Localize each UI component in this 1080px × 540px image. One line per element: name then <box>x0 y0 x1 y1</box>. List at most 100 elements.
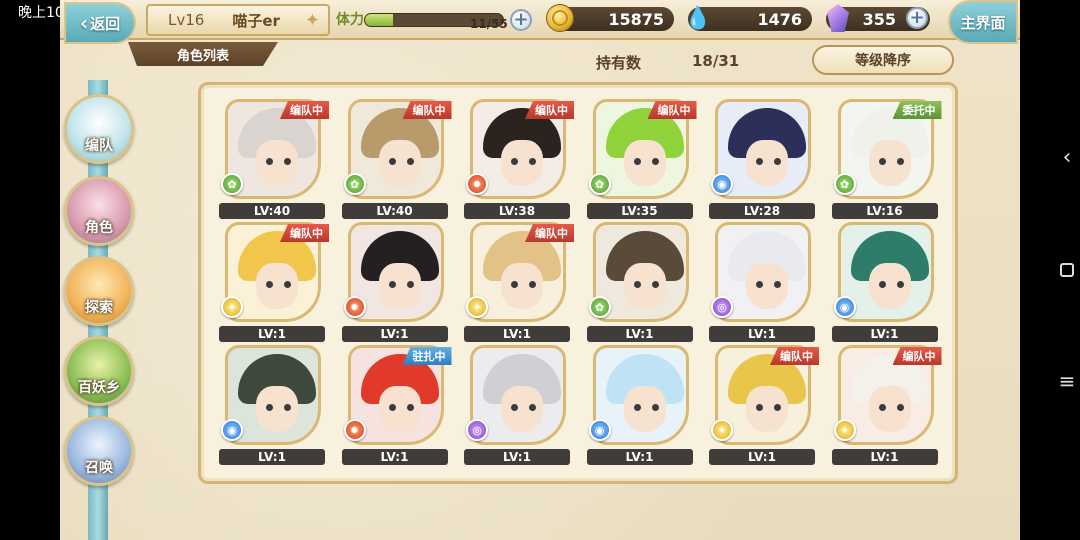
character-card[interactable]: ◉ LV:1 <box>586 345 697 465</box>
status-badge: 编队中 <box>402 101 452 119</box>
water-element-icon: ◉ <box>711 173 733 195</box>
character-card[interactable]: ✿ 编队中 LV:40 <box>341 99 452 219</box>
stamina-value: 11/55 <box>470 17 508 31</box>
stamina-label: 体力 <box>336 12 364 28</box>
character-level: LV:1 <box>341 449 448 465</box>
character-level: LV:1 <box>586 326 693 342</box>
water-drop-icon: 💧 <box>684 5 712 31</box>
character-level: LV:1 <box>219 326 325 342</box>
character-card[interactable]: ✦ 编队中 LV:1 <box>709 345 819 465</box>
gem-icon <box>824 4 852 32</box>
gold-counter: 15875 <box>546 4 674 32</box>
sort-level-desc-button[interactable]: 等级降序 <box>812 45 954 75</box>
back-label: 返回 <box>90 14 121 33</box>
status-badge: 编队中 <box>525 101 574 119</box>
status-badge: 编队中 <box>892 347 942 365</box>
character-level: LV:1 <box>831 326 938 342</box>
stamina-fill <box>365 14 393 26</box>
wind-element-icon: ✿ <box>588 296 611 318</box>
character-card[interactable]: ✦ 编队中 LV:1 <box>464 222 574 342</box>
wind-element-icon: ✿ <box>588 173 611 195</box>
character-card[interactable]: ◉ LV:1 <box>219 345 329 465</box>
side-menu: 编队 角色 探索 百妖乡 召唤 <box>60 80 140 540</box>
fire-element-icon: ✹ <box>343 296 366 318</box>
character-level: LV:28 <box>709 203 815 219</box>
character-card[interactable]: ✦ 编队中 LV:1 <box>219 222 329 342</box>
gold-coin-icon <box>546 4 574 32</box>
back-button[interactable]: ‹ 返回 <box>64 2 136 44</box>
android-nav-bar: ‹ ≡ <box>1020 0 1080 540</box>
character-list-panel: ✿ 编队中 LV:40 ✿ 编队中 LV:40 ✹ 编队中 LV:38 ✿ 编队中 LV:35 ◉ LV:… <box>198 82 958 484</box>
dark-element-icon: ◎ <box>466 419 488 441</box>
back-arrow-icon: ‹ <box>79 11 89 35</box>
status-bar-time: 晚上10:57 <box>18 5 87 21</box>
side-menu-label: 角色 <box>85 220 113 236</box>
light-element-icon: ✦ <box>833 419 856 441</box>
character-card[interactable]: ✿ LV:1 <box>586 222 697 342</box>
character-level: LV:16 <box>831 203 938 219</box>
status-badge: 编队中 <box>525 224 574 242</box>
character-card[interactable]: ◎ LV:1 <box>709 222 819 342</box>
star-icon: ✦ <box>304 10 320 31</box>
nav-menu-icon[interactable]: ≡ <box>1056 369 1078 393</box>
character-card[interactable]: ◉ LV:1 <box>831 222 942 342</box>
light-element-icon: ✦ <box>466 296 488 318</box>
player-level-plate: Lv16 喵子er ✦ <box>146 4 330 36</box>
side-menu-character[interactable]: 角色 <box>64 176 134 246</box>
character-level: LV:40 <box>341 203 448 219</box>
character-level: LV:1 <box>464 449 570 465</box>
side-menu-village[interactable]: 百妖乡 <box>64 336 134 406</box>
character-level: LV:40 <box>219 203 325 219</box>
side-menu-label: 编队 <box>85 138 113 154</box>
water-value: 1476 <box>757 9 802 29</box>
character-card[interactable]: ✿ 编队中 LV:35 <box>586 99 697 219</box>
status-badge: 委托中 <box>892 101 942 119</box>
side-menu-label: 召唤 <box>85 460 113 476</box>
gem-counter: 355 + <box>824 4 930 32</box>
water-element-icon: ◉ <box>588 419 611 441</box>
character-level: LV:35 <box>586 203 693 219</box>
character-level: LV:1 <box>831 449 938 465</box>
water-element-icon: ◉ <box>221 419 243 441</box>
side-menu-summon[interactable]: 召唤 <box>64 416 134 486</box>
character-card[interactable]: ✿ 编队中 LV:40 <box>219 99 329 219</box>
water-element-icon: ◉ <box>833 296 856 318</box>
wind-element-icon: ✿ <box>343 173 366 195</box>
character-card[interactable]: ✹ LV:1 <box>341 222 452 342</box>
character-card[interactable]: ✿ 委托中 LV:16 <box>831 99 942 219</box>
side-menu-label: 探索 <box>85 300 113 316</box>
character-level: LV:1 <box>709 449 815 465</box>
add-stamina-button[interactable]: + <box>510 9 532 31</box>
light-element-icon: ✦ <box>711 419 733 441</box>
add-gems-button[interactable]: + <box>906 7 928 29</box>
character-card[interactable]: ◉ LV:28 <box>709 99 819 219</box>
character-card[interactable]: ✹ 编队中 LV:38 <box>464 99 574 219</box>
character-card[interactable]: ✦ 编队中 LV:1 <box>831 345 942 465</box>
dark-element-icon: ◎ <box>711 296 733 318</box>
water-counter: 💧 1476 <box>684 6 812 31</box>
home-button[interactable]: 主界面 <box>948 0 1018 44</box>
fire-element-icon: ✹ <box>466 173 488 195</box>
tab-character-list[interactable]: 角色列表 <box>128 42 278 66</box>
character-level: LV:1 <box>464 326 570 342</box>
character-level: LV:1 <box>341 326 448 342</box>
character-card[interactable]: ◎ LV:1 <box>464 345 574 465</box>
nav-home-icon[interactable] <box>1056 259 1078 281</box>
gem-value: 355 <box>862 9 896 29</box>
status-badge: 编队中 <box>280 224 329 242</box>
character-level: LV:38 <box>464 203 570 219</box>
side-menu-explore[interactable]: 探索 <box>64 256 134 326</box>
player-level: Lv16 <box>168 11 205 29</box>
nav-back-icon[interactable]: ‹ <box>1056 145 1078 170</box>
character-level: LV:1 <box>709 326 815 342</box>
character-level: LV:1 <box>219 449 325 465</box>
character-card[interactable]: ✹ 驻扎中 LV:1 <box>341 345 452 465</box>
gold-value: 15875 <box>608 9 664 29</box>
player-name: 喵子er <box>232 11 280 30</box>
wind-element-icon: ✿ <box>833 173 856 195</box>
owned-label: 持有数 <box>596 54 642 72</box>
game-screen: ‹ 返回 Lv16 喵子er ✦ 体力 11/55 + 15875 💧 1476… <box>60 0 1020 540</box>
character-grid: ✿ 编队中 LV:40 ✿ 编队中 LV:40 ✹ 编队中 LV:38 ✿ 编队中 LV:35 ◉ LV:… <box>219 99 959 468</box>
wind-element-icon: ✿ <box>221 173 243 195</box>
side-menu-team[interactable]: 编队 <box>64 94 134 164</box>
